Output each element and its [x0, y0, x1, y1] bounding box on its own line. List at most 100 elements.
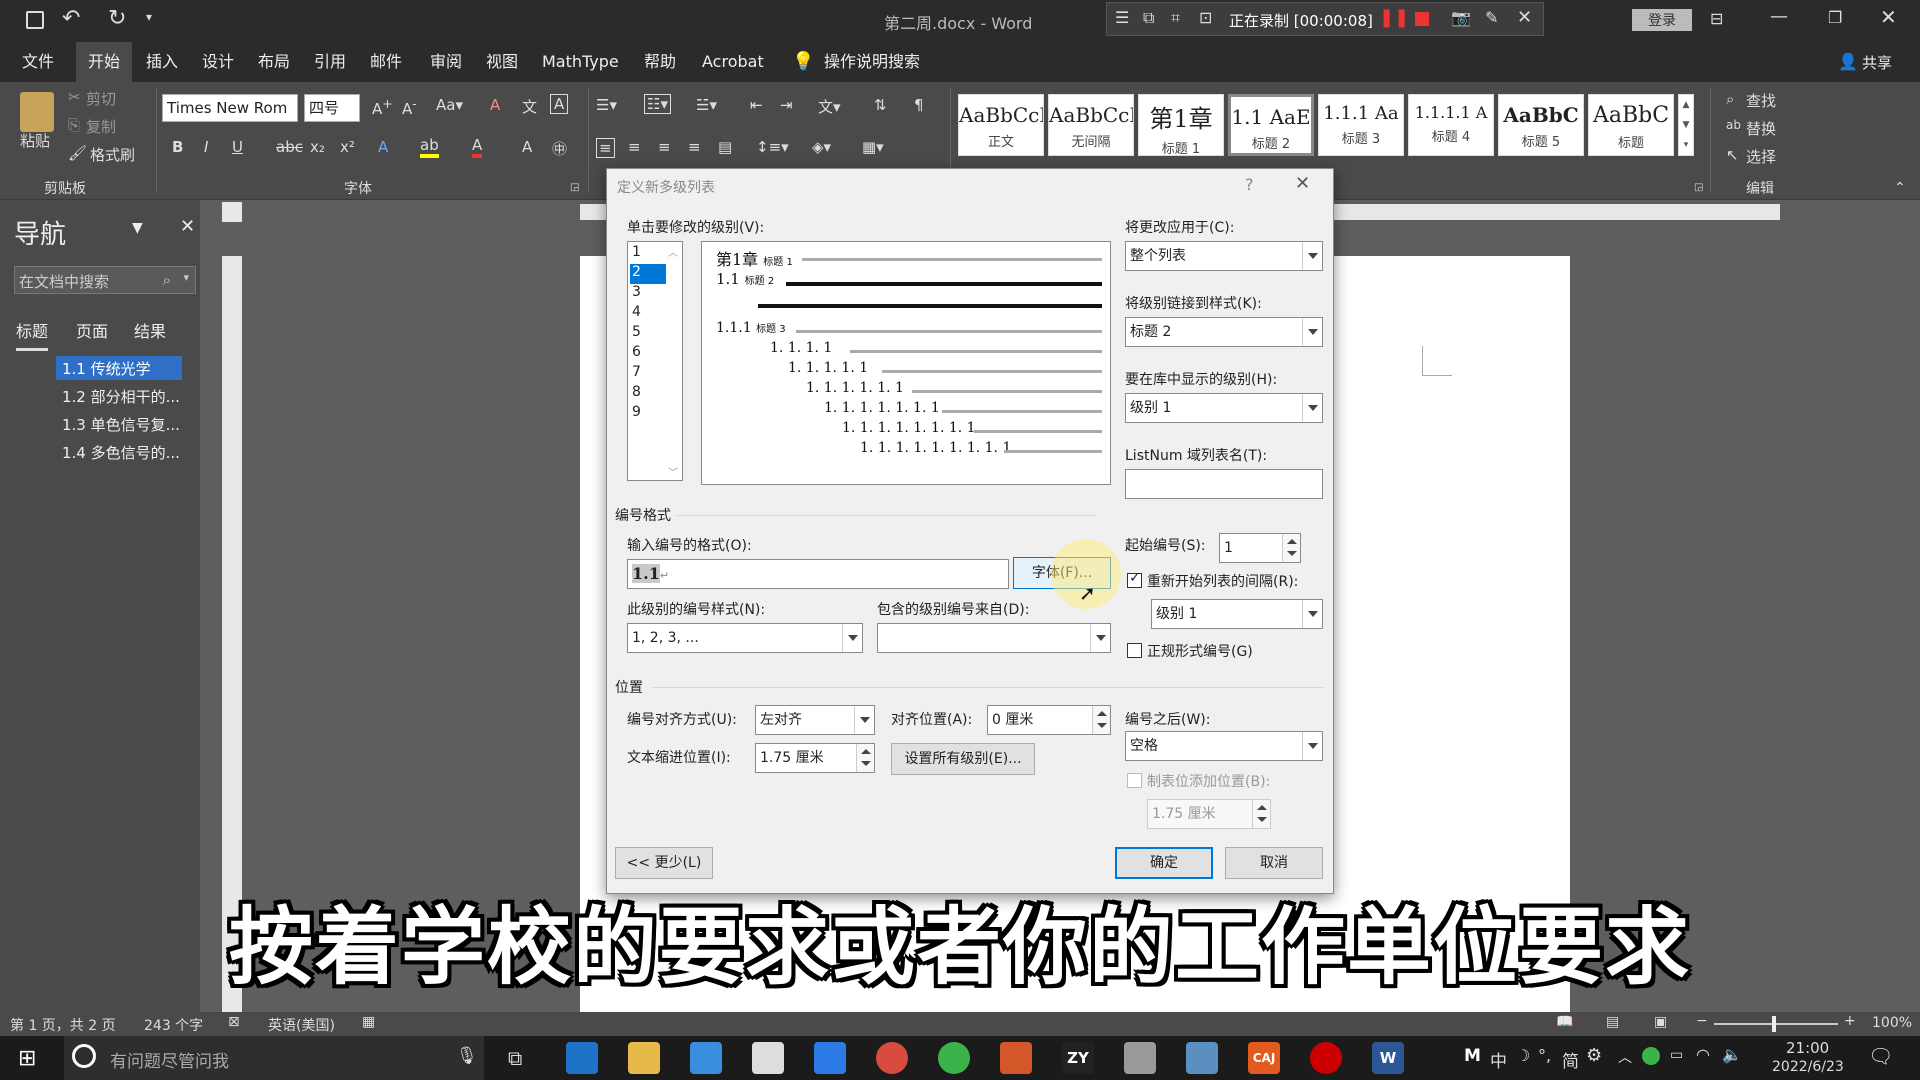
chevron-down-icon[interactable]	[1302, 318, 1322, 346]
style-normal[interactable]: AaBbCcI 正文	[958, 94, 1044, 156]
undo-icon[interactable]: ↶	[62, 6, 80, 31]
moon-icon[interactable]: ☽	[1516, 1046, 1530, 1065]
recorder-icon[interactable]	[1310, 1042, 1342, 1074]
copy-icon[interactable]: ⎘	[68, 116, 80, 134]
chrome-icon[interactable]	[876, 1042, 908, 1074]
region-mode-icon[interactable]: ⌗	[1171, 8, 1180, 28]
borders-icon[interactable]: ▦▾	[862, 138, 884, 156]
zy-app-icon[interactable]: ZY	[1062, 1042, 1094, 1074]
customize-toolbar-icon[interactable]: ▾	[146, 10, 152, 24]
tab-stop-checkbox[interactable]	[1127, 773, 1142, 788]
legal-numbering-checkbox[interactable]	[1127, 643, 1142, 658]
nav-close-icon[interactable]: ✕	[180, 216, 195, 237]
clock-time[interactable]: 21:00	[1786, 1039, 1829, 1057]
clock-date[interactable]: 2022/6/23	[1772, 1059, 1844, 1075]
macro-icon[interactable]: ▦	[362, 1014, 375, 1030]
underline-icon[interactable]: U	[232, 138, 243, 156]
align-right-icon[interactable]: ≡	[658, 138, 671, 156]
asian-layout-icon[interactable]: 文▾	[818, 96, 841, 117]
list-item[interactable]: 9	[632, 404, 641, 420]
font-name-combo[interactable]: Times New Rom	[162, 94, 298, 122]
restart-label[interactable]: 重新开始列表的间隔(R):	[1147, 571, 1298, 591]
level-list[interactable]: 1 2 3 4 5 6 7 8 9 ︿ ﹀	[627, 241, 683, 481]
char-border-icon[interactable]: A	[550, 94, 569, 114]
tab-file[interactable]: 文件	[10, 42, 66, 82]
style-no-spacing[interactable]: AaBbCcI 无间隔	[1048, 94, 1134, 156]
cut-button[interactable]: 剪切	[86, 88, 116, 109]
set-all-levels-button[interactable]: 设置所有级别(E)...	[891, 743, 1035, 775]
clear-format-icon[interactable]: A	[490, 96, 500, 114]
select-button[interactable]: 选择	[1746, 146, 1776, 167]
start-at-input[interactable]: 1	[1219, 533, 1301, 563]
tell-me-search[interactable]: 操作说明搜索	[812, 42, 932, 82]
list-item-selected[interactable]: 2	[630, 264, 666, 284]
share-button[interactable]: 共享	[1862, 52, 1892, 73]
distribute-icon[interactable]: ▤	[718, 138, 732, 156]
word-count[interactable]: 243 个字	[144, 1015, 203, 1035]
less-button[interactable]: << 更少(L)	[615, 847, 713, 879]
wechat-icon[interactable]	[938, 1042, 970, 1074]
nav-heading-item[interactable]: 1.3 单色信号复...	[56, 412, 186, 437]
font-size-combo[interactable]: 四号	[304, 94, 360, 122]
multilevel-list-icon[interactable]: ☱▾	[696, 96, 717, 114]
restart-checkbox[interactable]: ✓	[1127, 570, 1142, 588]
replace-button[interactable]: 替换	[1746, 118, 1776, 139]
number-style-select[interactable]: 1, 2, 3, ...	[627, 623, 863, 653]
windows-start-icon[interactable]: ⊞	[18, 1046, 36, 1071]
chevron-down-icon[interactable]	[1302, 732, 1322, 760]
nav-options-icon[interactable]: ▼	[132, 220, 143, 236]
include-from-select[interactable]	[877, 623, 1111, 653]
tab-review[interactable]: 审阅	[418, 42, 474, 82]
tab-layout[interactable]: 布局	[246, 42, 302, 82]
char-shading-icon[interactable]: A	[522, 138, 532, 156]
scroll-down-icon[interactable]: ﹀	[668, 464, 678, 479]
number-format-input[interactable]: 1.1↵	[627, 559, 1009, 589]
zoom-thumb[interactable]	[1772, 1016, 1776, 1032]
chevron-down-icon[interactable]	[1302, 600, 1322, 628]
save-icon[interactable]	[26, 11, 44, 29]
list-item[interactable]: 8	[632, 384, 641, 400]
zoom-level[interactable]: 100%	[1872, 1015, 1912, 1031]
alignment-select[interactable]: 左对齐	[755, 705, 875, 735]
copy-button[interactable]: 复制	[86, 116, 116, 137]
numbering-icon[interactable]: ☷▾	[644, 94, 671, 114]
ribbon-display-icon[interactable]: ⊟	[1710, 9, 1723, 28]
sort-icon[interactable]: ⇅	[874, 96, 887, 114]
shading-icon[interactable]: ◈▾	[812, 138, 831, 156]
print-layout-icon[interactable]: ▤	[1606, 1014, 1619, 1030]
close-window-icon[interactable]: ✕	[1880, 5, 1897, 29]
gear-icon[interactable]: ⚙	[1586, 1045, 1602, 1066]
cancel-button[interactable]: 取消	[1225, 847, 1323, 879]
align-left-icon[interactable]: ≡	[596, 138, 615, 158]
subscript-icon[interactable]: x₂	[310, 138, 325, 156]
nav-heading-item[interactable]: 1.2 部分相干的...	[56, 384, 186, 409]
change-case-icon[interactable]: Aa▾	[436, 96, 463, 114]
tab-mailings[interactable]: 邮件	[358, 42, 414, 82]
list-item[interactable]: 5	[632, 324, 641, 340]
select-icon[interactable]: ↖	[1726, 146, 1739, 164]
app-icon[interactable]	[814, 1042, 846, 1074]
login-button[interactable]: 登录	[1632, 9, 1692, 31]
ime-icon[interactable]: M	[1464, 1046, 1481, 1066]
style-title[interactable]: AaBbC 标题	[1588, 94, 1674, 156]
tab-home[interactable]: 开始	[76, 42, 133, 82]
search-icon[interactable]: ⌕	[163, 271, 171, 289]
minimize-icon[interactable]: —	[1770, 6, 1788, 27]
proofing-icon[interactable]: ⊠	[228, 1014, 240, 1030]
matlab-icon[interactable]	[1000, 1042, 1032, 1074]
text-effect-icon[interactable]: A	[378, 138, 388, 156]
camera-icon[interactable]: 📷	[1451, 8, 1471, 27]
redo-icon[interactable]: ↻	[108, 6, 126, 31]
volume-icon[interactable]: 🔈	[1722, 1045, 1742, 1064]
chevron-down-icon[interactable]	[1302, 242, 1322, 270]
nav-tab-pages[interactable]: 页面	[76, 318, 108, 342]
edge-icon[interactable]	[566, 1042, 598, 1074]
align-center-icon[interactable]: ≡	[628, 138, 641, 156]
list-item[interactable]: 7	[632, 364, 641, 380]
legal-numbering-label[interactable]: 正规形式编号(G)	[1147, 641, 1253, 661]
link-style-select[interactable]: 标题 2	[1125, 317, 1323, 347]
aligned-at-input[interactable]: 0 厘米	[987, 705, 1111, 735]
maximize-icon[interactable]: ❐	[1828, 8, 1842, 27]
replace-icon[interactable]: ab	[1726, 118, 1741, 132]
style-heading5[interactable]: AaBbC 标题 5	[1498, 94, 1584, 156]
